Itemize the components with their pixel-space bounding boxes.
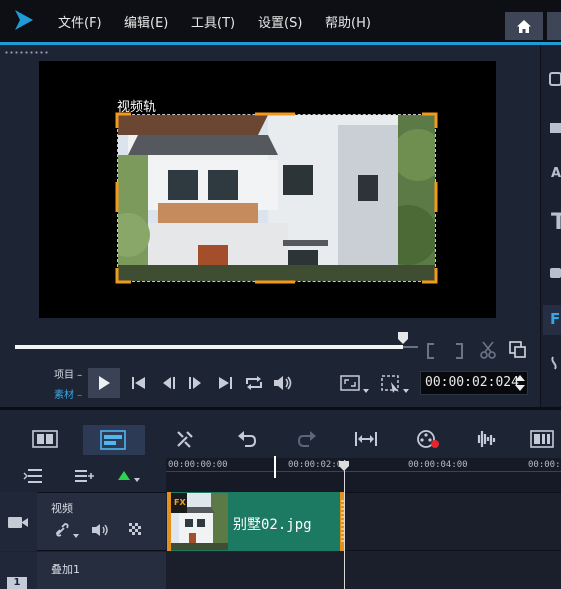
mode-clip[interactable]: 素材 – [54,386,82,406]
home-start-icon[interactable] [131,376,146,390]
chapter-marker-icon[interactable] [117,469,141,483]
track-manager-icon[interactable] [23,468,43,484]
multi-camera-icon[interactable] [530,430,554,448]
panel-grip[interactable] [4,51,48,54]
undo-icon[interactable] [237,430,257,448]
app-logo [15,10,33,30]
title-icon[interactable]: A [551,166,561,181]
next-frame-icon[interactable] [188,376,203,390]
workspace-tab[interactable] [547,12,561,40]
link-icon[interactable] [55,523,81,539]
volume-icon[interactable] [273,375,293,391]
enlarge-preview-icon[interactable] [509,341,526,358]
play-icon [99,376,110,390]
scrubber-remaining [403,346,418,348]
redo-icon[interactable] [297,430,317,448]
overlay-track-number-icon[interactable]: 1 [7,577,27,589]
add-track-icon[interactable] [74,468,94,484]
overlay-track-lane[interactable] [166,552,561,589]
menu-tools[interactable]: 工具(T) [191,12,235,31]
timecode-stepper-icon[interactable] [514,373,526,393]
filter-icon[interactable]: F [550,310,560,328]
video-track-name: 视频 [51,502,73,515]
storyboard-view-icon[interactable] [32,430,58,448]
text-icon[interactable]: T [551,210,561,235]
menu-file[interactable]: 文件(F) [58,12,102,31]
ruler-baseline [166,471,561,472]
end-icon[interactable] [218,376,233,390]
menu-help[interactable]: 帮助(H) [325,12,371,31]
overlay-track-name: 叠加1 [51,563,80,576]
play-button[interactable] [88,368,120,398]
clip-name: 别墅02.jpg [233,517,312,533]
zoom-select-icon[interactable] [381,374,411,394]
home-icon [517,19,531,33]
menu-edit[interactable]: 编辑(E) [124,12,168,31]
home-button[interactable] [505,12,543,40]
scrubber-handle[interactable] [397,331,409,345]
media-icon[interactable] [549,71,561,87]
mark-out-icon[interactable] [453,343,465,359]
track-volume-icon[interactable] [91,523,109,537]
menu-settings[interactable]: 设置(S) [258,12,302,31]
record-capture-icon[interactable] [416,429,440,449]
mode-selector[interactable]: 项目 – 素材 – [54,366,82,406]
playhead-line[interactable] [344,460,345,589]
ruler-tick: 00:00:04:00 [408,460,468,470]
repeat-icon[interactable] [244,375,264,391]
previous-frame-icon[interactable] [161,376,176,390]
path-icon[interactable] [550,356,561,370]
fit-project-icon[interactable] [354,430,378,448]
sound-mixer-icon[interactable] [474,429,496,449]
menu-bar: 文件(F) 编辑(E) 工具(T) 设置(S) 帮助(H) [0,0,561,42]
checker-transparency-icon[interactable] [129,523,143,537]
aspect-ratio-icon[interactable] [340,374,370,394]
split-clip-icon[interactable] [479,341,497,359]
mode-project[interactable]: 项目 – [54,366,82,386]
fx-badge: FX [174,498,186,507]
ruler-marker [274,456,276,478]
timeline-view-icon [100,430,126,450]
transition-icon[interactable] [549,121,561,135]
video-camera-icon[interactable] [7,516,29,529]
ruler-tick: 00:00:00:00 [168,460,228,470]
tools-icon[interactable] [175,429,195,449]
selection-handles[interactable] [115,112,438,284]
ruler-tick: 00:00:0 [528,460,561,470]
graphics-icon[interactable] [549,266,561,280]
timecode-display[interactable]: 00:00:02:024 [420,371,528,395]
scrubber-bar[interactable] [15,345,403,349]
mark-in-icon[interactable] [425,343,437,359]
